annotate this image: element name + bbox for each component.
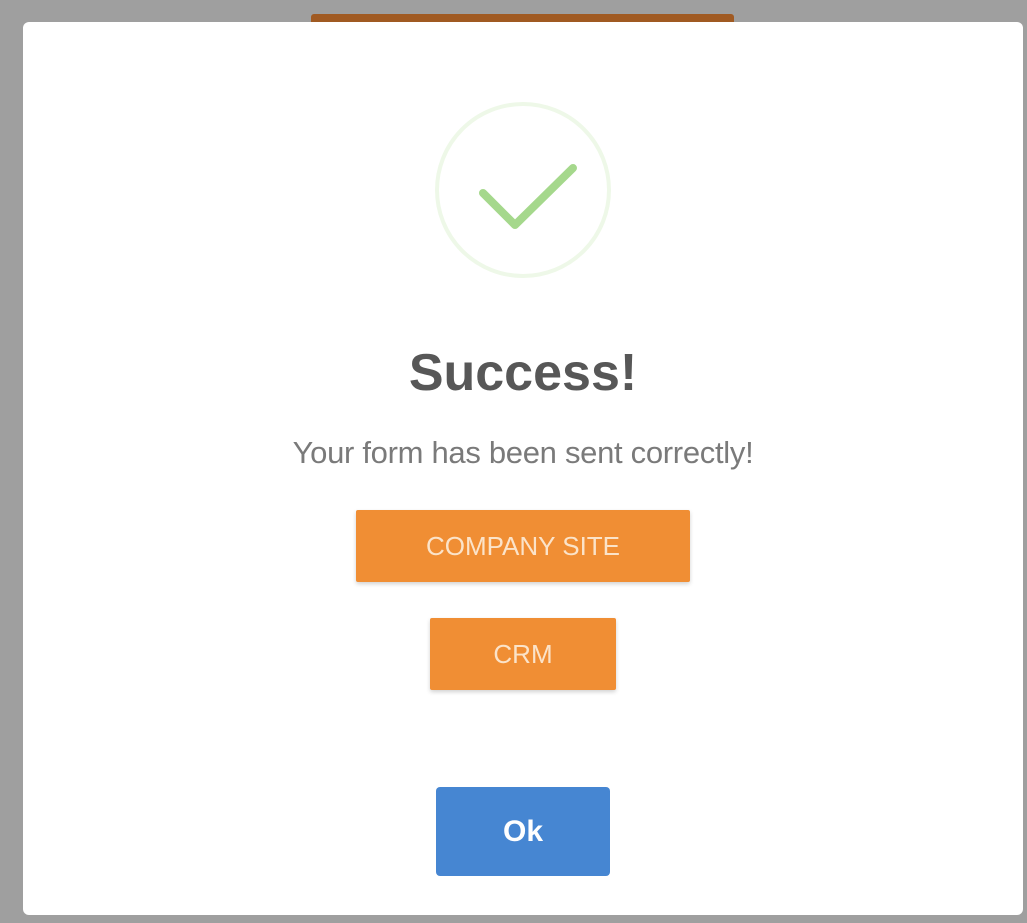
checkmark-icon xyxy=(479,164,577,229)
dialog-message: Your form has been sent correctly! xyxy=(292,435,754,470)
company-site-button[interactable]: COMPANY SITE xyxy=(356,510,690,582)
crm-button[interactable]: CRM xyxy=(430,618,616,690)
success-icon xyxy=(435,102,611,278)
ok-button[interactable]: Ok xyxy=(436,787,610,876)
success-dialog: Success! Your form has been sent correct… xyxy=(23,22,1023,915)
dialog-title: Success! xyxy=(408,344,638,402)
